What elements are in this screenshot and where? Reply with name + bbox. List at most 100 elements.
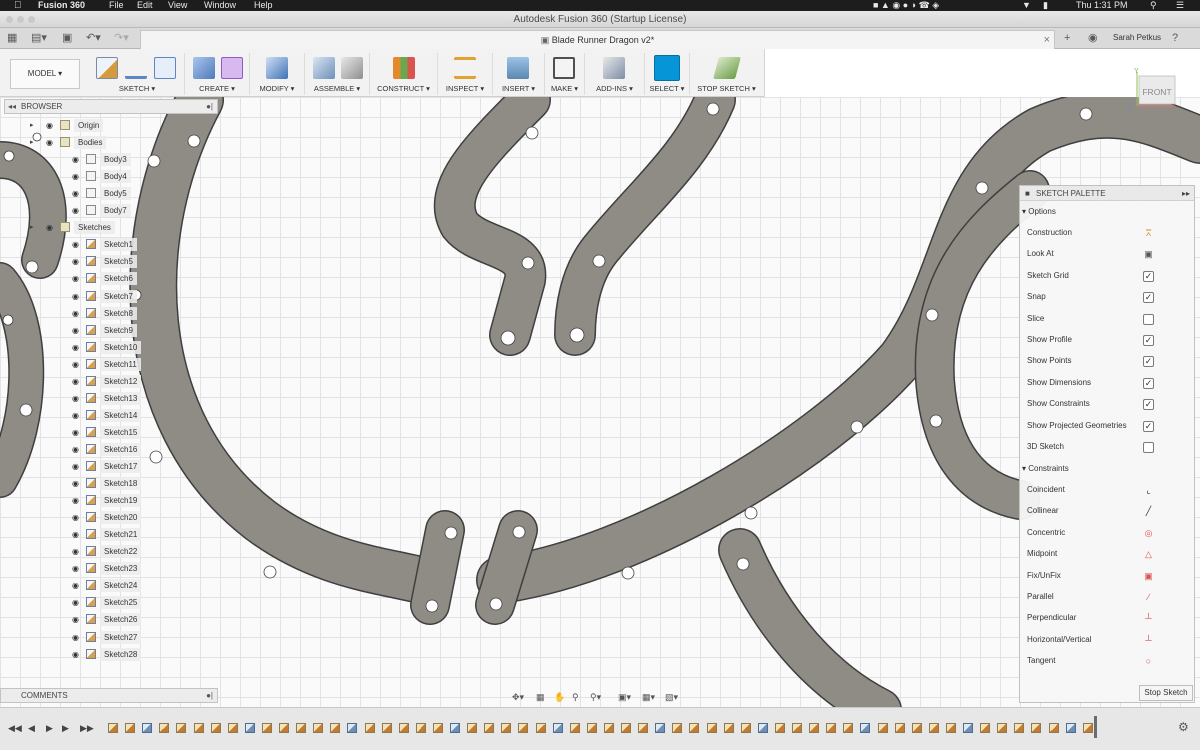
status-icons[interactable]: ■ ▲ ◉ ● ◑ ☎ ◈ bbox=[873, 0, 939, 11]
menu-window[interactable]: Window bbox=[204, 0, 236, 11]
browser-item-sketch25[interactable]: ◉ Sketch25 bbox=[0, 595, 218, 610]
modify-menu-label[interactable]: MODIFY ▾ bbox=[250, 84, 304, 93]
timeline-feature[interactable] bbox=[193, 723, 204, 733]
option-show-profile-checkbox[interactable]: ✓ bbox=[1143, 335, 1154, 346]
timeline-feature[interactable] bbox=[125, 723, 136, 733]
help-icon[interactable]: ? bbox=[1172, 32, 1178, 44]
visibility-bulb-icon[interactable]: ◉ bbox=[72, 271, 79, 286]
visibility-bulb-icon[interactable]: ◉ bbox=[72, 612, 79, 627]
construct-menu-label[interactable]: CONSTRUCT ▾ bbox=[370, 84, 437, 93]
option-construction-icon[interactable]: ⩞ bbox=[1143, 228, 1154, 239]
timeline-feature[interactable] bbox=[603, 723, 614, 733]
option-snap-checkbox[interactable]: ✓ bbox=[1143, 292, 1154, 304]
timeline-feature[interactable] bbox=[381, 723, 392, 733]
create-menu-label[interactable]: CREATE ▾ bbox=[185, 84, 249, 93]
timeline-feature[interactable] bbox=[552, 723, 563, 733]
zoom-window-icon[interactable] bbox=[28, 16, 35, 23]
timeline-feature[interactable] bbox=[535, 723, 546, 733]
timeline-last-icon[interactable]: ▶▶ bbox=[80, 722, 94, 734]
viewcube-face-label[interactable]: FRONT bbox=[1142, 87, 1171, 97]
timeline-feature[interactable] bbox=[501, 723, 512, 733]
visibility-bulb-icon[interactable]: ◉ bbox=[72, 578, 79, 593]
look-at-icon[interactable]: ▦ bbox=[536, 689, 545, 705]
close-window-icon[interactable] bbox=[6, 16, 13, 23]
stop-sketch-menu-label[interactable]: STOP SKETCH ▾ bbox=[690, 84, 763, 93]
browser-item-sketch28[interactable]: ◉ Sketch28 bbox=[0, 647, 218, 662]
timeline-feature[interactable] bbox=[621, 723, 631, 733]
timeline-feature[interactable] bbox=[330, 723, 341, 733]
timeline-feature[interactable] bbox=[1082, 723, 1093, 733]
form-icon[interactable] bbox=[221, 57, 243, 79]
browser-item-sketch5[interactable]: ◉ Sketch5 bbox=[0, 254, 218, 269]
visibility-bulb-icon[interactable]: ◉ bbox=[72, 169, 79, 184]
visibility-bulb-icon[interactable]: ◉ bbox=[72, 459, 79, 474]
joint-icon[interactable] bbox=[341, 57, 363, 79]
constraint-midpoint-icon[interactable]: △ bbox=[1143, 549, 1154, 560]
visibility-bulb-icon[interactable]: ◉ bbox=[72, 374, 79, 389]
timeline-feature[interactable] bbox=[432, 723, 443, 733]
constraint-collinear-icon[interactable]: ╱ bbox=[1143, 506, 1154, 517]
job-status-icon[interactable]: ◉ bbox=[1088, 32, 1098, 44]
viewcube[interactable]: FRONT Y Z bbox=[1125, 68, 1180, 118]
timeline-settings-icon[interactable]: ⚙ bbox=[1178, 720, 1189, 734]
timeline-feature[interactable] bbox=[928, 723, 939, 733]
make-group[interactable]: MAKE ▾ bbox=[545, 53, 585, 95]
palette-expand-icon[interactable]: ▸▸ bbox=[1182, 186, 1190, 201]
visibility-bulb-icon[interactable]: ◉ bbox=[72, 595, 79, 610]
timeline-marker[interactable] bbox=[1094, 716, 1097, 738]
timeline-feature[interactable] bbox=[706, 723, 717, 733]
clock[interactable]: Thu 1:31 PM bbox=[1076, 0, 1128, 11]
constraint-horizontal-vertical-icon[interactable]: ┴ bbox=[1143, 635, 1154, 646]
timeline-feature[interactable] bbox=[261, 723, 272, 733]
timeline-first-icon[interactable]: ◀◀ bbox=[8, 722, 22, 734]
menu-edit[interactable]: Edit bbox=[137, 0, 153, 11]
visibility-bulb-icon[interactable]: ◉ bbox=[72, 323, 79, 338]
timeline-feature[interactable] bbox=[586, 723, 597, 733]
visibility-bulb-icon[interactable]: ◉ bbox=[46, 118, 53, 133]
option-slice-checkbox[interactable] bbox=[1143, 313, 1154, 325]
browser-item-sketch20[interactable]: ◉ Sketch20 bbox=[0, 510, 218, 525]
visibility-bulb-icon[interactable]: ◉ bbox=[72, 203, 79, 218]
viewports-icon[interactable]: ▧▾ bbox=[665, 689, 678, 705]
browser-item-sketch27[interactable]: ◉ Sketch27 bbox=[0, 630, 218, 645]
notification-center-icon[interactable]: ☰ bbox=[1176, 0, 1184, 11]
timeline-feature[interactable] bbox=[415, 723, 426, 733]
visibility-bulb-icon[interactable]: ◉ bbox=[72, 357, 79, 372]
sketch-menu-label[interactable]: SKETCH ▾ bbox=[90, 84, 184, 93]
timeline-feature[interactable] bbox=[655, 723, 666, 733]
browser-item-sketch13[interactable]: ◉ Sketch13 bbox=[0, 391, 218, 406]
timeline-feature[interactable] bbox=[296, 723, 307, 733]
create-group[interactable]: CREATE ▾ bbox=[185, 53, 250, 95]
stop-sketch-group[interactable]: STOP SKETCH ▾ bbox=[690, 53, 763, 95]
option-3d-sketch-checkbox[interactable] bbox=[1143, 442, 1154, 453]
timeline-feature[interactable] bbox=[792, 723, 802, 733]
assemble-menu-label[interactable]: ASSEMBLE ▾ bbox=[305, 84, 369, 93]
browser-item-sketch17[interactable]: ◉ Sketch17 bbox=[0, 459, 218, 474]
browser-item-bodies[interactable]: ▸ ◉ Bodies bbox=[0, 135, 218, 150]
browser-item-origin[interactable]: ▸ ◉ Origin bbox=[0, 118, 218, 133]
timeline-feature[interactable] bbox=[860, 723, 871, 733]
timeline-feature[interactable] bbox=[108, 723, 118, 733]
visibility-bulb-icon[interactable]: ◉ bbox=[72, 647, 79, 662]
zoom-icon[interactable]: ⚲ bbox=[572, 689, 579, 705]
timeline-feature[interactable] bbox=[638, 723, 649, 733]
data-panel-icon[interactable]: ▦ bbox=[7, 32, 17, 44]
timeline-feature[interactable] bbox=[945, 723, 956, 733]
expand-arrow-icon[interactable]: ▸ bbox=[30, 118, 34, 133]
fit-icon[interactable]: ⚲▾ bbox=[590, 689, 601, 705]
line-tool-icon[interactable] bbox=[125, 57, 147, 79]
visibility-bulb-icon[interactable]: ◉ bbox=[72, 544, 79, 559]
new-component-icon[interactable] bbox=[313, 57, 335, 79]
timeline-feature[interactable] bbox=[911, 723, 922, 733]
browser-item-sketch11[interactable]: ◉ Sketch11 bbox=[0, 357, 218, 372]
palette-pin-icon[interactable]: ■ bbox=[1025, 186, 1030, 201]
browser-pin-icon[interactable]: ●| bbox=[206, 100, 213, 113]
sketch-palette-header[interactable]: ■ SKETCH PALETTE ▸▸ bbox=[1020, 186, 1194, 201]
select-menu-label[interactable]: SELECT ▾ bbox=[645, 84, 689, 93]
timeline-prev-icon[interactable]: ◀ bbox=[28, 722, 35, 734]
timeline-feature[interactable] bbox=[227, 723, 238, 733]
timeline-feature[interactable] bbox=[398, 723, 409, 733]
spotlight-icon[interactable]: ⚲ bbox=[1150, 0, 1157, 11]
timeline-feature[interactable] bbox=[757, 723, 768, 733]
insert-canvas-icon[interactable] bbox=[507, 57, 529, 79]
